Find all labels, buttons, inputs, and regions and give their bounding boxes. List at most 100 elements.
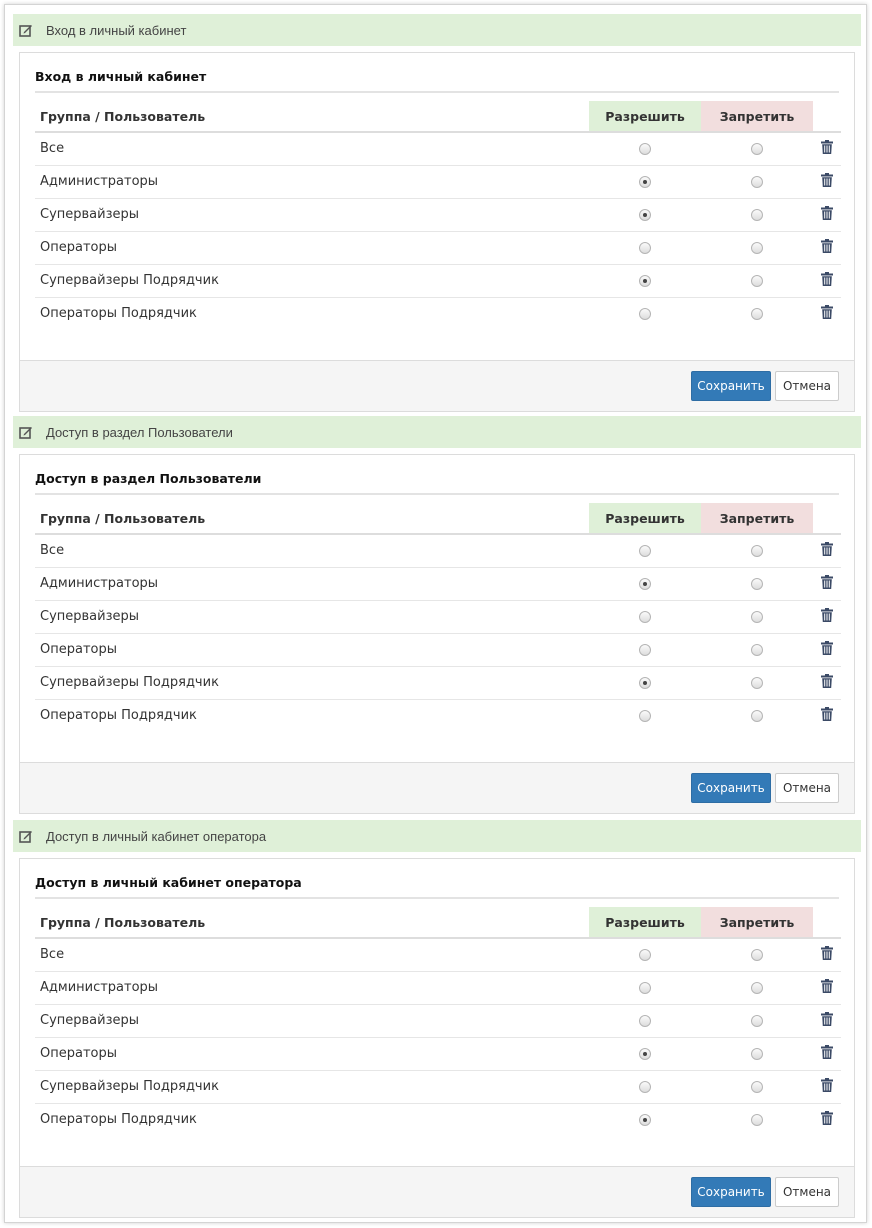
table-row: Операторы bbox=[35, 230, 841, 264]
allow-radio[interactable] bbox=[639, 981, 651, 994]
trash-icon[interactable] bbox=[821, 607, 833, 626]
trash-icon[interactable] bbox=[821, 1044, 833, 1063]
deny-radio[interactable] bbox=[751, 709, 763, 722]
actions-cell bbox=[813, 230, 841, 264]
allow-radio[interactable] bbox=[639, 208, 651, 221]
table-row: Операторы Подрядчик bbox=[35, 698, 841, 732]
cancel-button[interactable]: Отмена bbox=[775, 773, 839, 803]
edit-icon[interactable] bbox=[19, 425, 33, 439]
deny-radio[interactable] bbox=[751, 307, 763, 320]
allow-radio[interactable] bbox=[639, 1113, 651, 1126]
trash-icon[interactable] bbox=[821, 139, 833, 158]
table-row: Супервайзеры bbox=[35, 599, 841, 633]
deny-radio[interactable] bbox=[751, 1113, 763, 1126]
save-button[interactable]: Сохранить bbox=[691, 1177, 771, 1207]
allow-radio[interactable] bbox=[639, 307, 651, 320]
column-header-actions bbox=[813, 101, 841, 133]
deny-cell bbox=[701, 1069, 813, 1103]
allow-cell bbox=[589, 263, 701, 297]
trash-icon[interactable] bbox=[821, 1011, 833, 1030]
allow-radio[interactable] bbox=[639, 175, 651, 188]
trash-icon[interactable] bbox=[821, 1110, 833, 1129]
deny-radio[interactable] bbox=[751, 142, 763, 155]
column-header-deny: Запретить bbox=[701, 503, 813, 535]
allow-cell bbox=[589, 132, 701, 165]
actions-cell bbox=[813, 1003, 841, 1037]
group-name: Все bbox=[40, 543, 65, 559]
allow-radio[interactable] bbox=[639, 1014, 651, 1027]
trash-icon[interactable] bbox=[821, 640, 833, 659]
actions-cell bbox=[813, 263, 841, 297]
trash-icon[interactable] bbox=[821, 574, 833, 593]
actions-cell bbox=[813, 938, 841, 971]
deny-cell bbox=[701, 970, 813, 1004]
allow-radio[interactable] bbox=[639, 142, 651, 155]
deny-radio[interactable] bbox=[751, 175, 763, 188]
allow-radio[interactable] bbox=[639, 241, 651, 254]
table-row: Супервайзеры Подрядчик bbox=[35, 263, 841, 297]
deny-radio[interactable] bbox=[751, 577, 763, 590]
permission-section: Вход в личный кабинет Вход в личный каби… bbox=[13, 14, 861, 412]
table-row: Операторы Подрядчик bbox=[35, 1102, 841, 1136]
allow-cell bbox=[589, 230, 701, 264]
allow-radio[interactable] bbox=[639, 610, 651, 623]
cancel-button[interactable]: Отмена bbox=[775, 371, 839, 401]
edit-icon[interactable] bbox=[19, 23, 33, 37]
table-row: Супервайзеры Подрядчик bbox=[35, 1069, 841, 1103]
edit-icon[interactable] bbox=[19, 829, 33, 843]
allow-radio[interactable] bbox=[639, 709, 651, 722]
actions-cell bbox=[813, 1069, 841, 1103]
actions-cell bbox=[813, 632, 841, 666]
trash-icon[interactable] bbox=[821, 945, 833, 964]
deny-radio[interactable] bbox=[751, 1080, 763, 1093]
allow-radio[interactable] bbox=[639, 1080, 651, 1093]
deny-radio[interactable] bbox=[751, 274, 763, 287]
save-button[interactable]: Сохранить bbox=[691, 773, 771, 803]
column-header-actions bbox=[813, 503, 841, 535]
panel-title: Доступ в личный кабинет оператора bbox=[35, 859, 839, 899]
actions-cell bbox=[813, 1102, 841, 1136]
allow-radio[interactable] bbox=[639, 274, 651, 287]
section-header[interactable]: Вход в личный кабинет bbox=[13, 14, 861, 46]
deny-radio[interactable] bbox=[751, 643, 763, 656]
section-header[interactable]: Доступ в раздел Пользователи bbox=[13, 416, 861, 448]
trash-icon[interactable] bbox=[821, 205, 833, 224]
deny-radio[interactable] bbox=[751, 610, 763, 623]
group-name: Администраторы bbox=[35, 566, 589, 600]
trash-icon[interactable] bbox=[821, 304, 833, 323]
deny-radio[interactable] bbox=[751, 1014, 763, 1027]
trash-icon[interactable] bbox=[821, 706, 833, 725]
trash-icon[interactable] bbox=[821, 541, 833, 560]
trash-icon[interactable] bbox=[821, 978, 833, 997]
table-row: Операторы bbox=[35, 632, 841, 666]
actions-cell bbox=[813, 534, 841, 567]
allow-radio[interactable] bbox=[639, 1047, 651, 1060]
allow-radio[interactable] bbox=[639, 948, 651, 961]
trash-icon[interactable] bbox=[821, 238, 833, 257]
column-header-name: Группа / Пользователь bbox=[35, 503, 589, 535]
cancel-button[interactable]: Отмена bbox=[775, 1177, 839, 1207]
actions-cell bbox=[813, 698, 841, 732]
permission-section: Доступ в личный кабинет оператора Доступ… bbox=[13, 820, 861, 1218]
deny-cell bbox=[701, 296, 813, 330]
trash-icon[interactable] bbox=[821, 172, 833, 191]
deny-cell bbox=[701, 230, 813, 264]
deny-radio[interactable] bbox=[751, 241, 763, 254]
permissions-table: Группа / Пользователь Разрешить Запретит… bbox=[35, 101, 841, 330]
trash-icon[interactable] bbox=[821, 271, 833, 290]
section-header[interactable]: Доступ в личный кабинет оператора bbox=[13, 820, 861, 852]
allow-radio[interactable] bbox=[639, 577, 651, 590]
allow-radio[interactable] bbox=[639, 544, 651, 557]
allow-radio[interactable] bbox=[639, 643, 651, 656]
allow-radio[interactable] bbox=[639, 676, 651, 689]
trash-icon[interactable] bbox=[821, 1077, 833, 1096]
deny-radio[interactable] bbox=[751, 948, 763, 961]
deny-radio[interactable] bbox=[751, 981, 763, 994]
deny-radio[interactable] bbox=[751, 208, 763, 221]
trash-icon[interactable] bbox=[821, 673, 833, 692]
deny-radio[interactable] bbox=[751, 1047, 763, 1060]
allow-cell bbox=[589, 1036, 701, 1070]
save-button[interactable]: Сохранить bbox=[691, 371, 771, 401]
deny-radio[interactable] bbox=[751, 544, 763, 557]
deny-radio[interactable] bbox=[751, 676, 763, 689]
